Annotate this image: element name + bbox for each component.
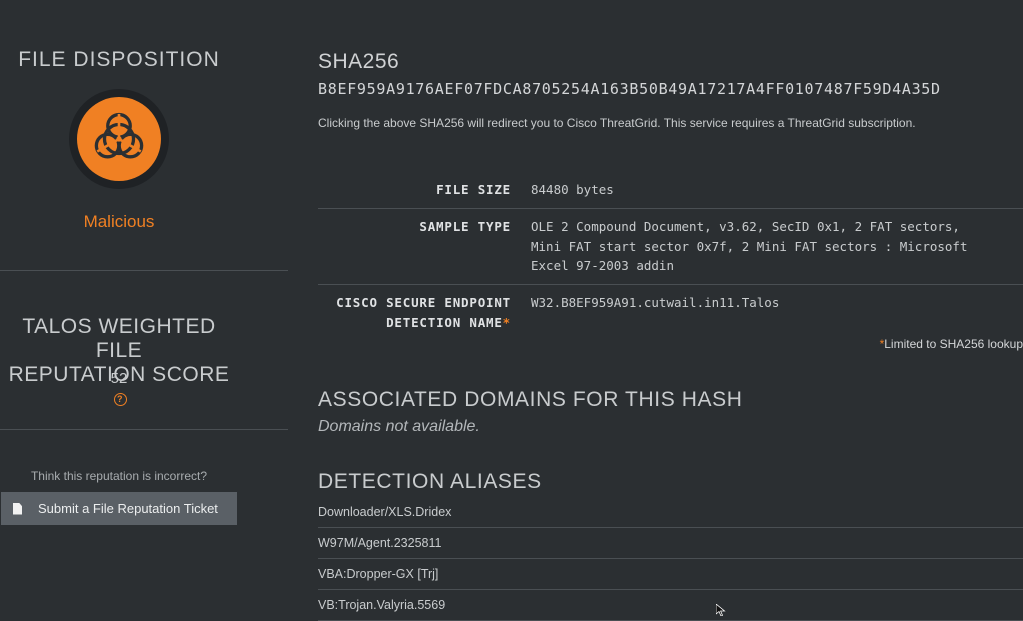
divider xyxy=(0,270,288,271)
reputation-score-title: TALOS WEIGHTED FILE REPUTATION SCORE ? xyxy=(0,315,238,411)
domains-note: Domains not available. xyxy=(318,418,480,435)
sha256-note: Clicking the above SHA256 will redirect … xyxy=(318,116,916,130)
sample-type-key: SAMPLE TYPE xyxy=(419,219,511,234)
mouse-cursor-icon xyxy=(716,604,726,616)
aliases-title: DETECTION ALIASES xyxy=(318,470,542,493)
incorrect-prompt: Think this reputation is incorrect? xyxy=(30,469,208,483)
file-disposition-title: FILE DISPOSITION xyxy=(18,48,220,71)
file-details-table: FILE SIZE 84480 bytes SAMPLE TYPE OLE 2 … xyxy=(318,172,1023,341)
limited-note-text: Limited to SHA256 lookup xyxy=(884,337,1023,351)
document-icon xyxy=(13,502,22,515)
table-row: CISCO SECURE ENDPOINT DETECTION NAME* W3… xyxy=(318,285,1023,341)
sample-type-value: OLE 2 Compound Document, v3.62, SecID 0x… xyxy=(531,219,968,273)
main-content: SHA256 B8EF959A9176AEF07FDCA8705254A163B… xyxy=(318,0,1023,621)
file-size-value: 84480 bytes xyxy=(531,182,614,197)
detection-name-value: W32.B8EF959A91.cutwail.in11.Talos xyxy=(531,294,780,310)
score-title-line1: TALOS WEIGHTED FILE xyxy=(22,315,216,362)
help-icon[interactable]: ? xyxy=(113,392,127,406)
reputation-score-value: 52 xyxy=(110,370,128,387)
detection-key-line1: CISCO SECURE ENDPOINT xyxy=(336,294,511,310)
file-size-key: FILE SIZE xyxy=(436,182,511,197)
detection-key-line2: DETECTION NAME xyxy=(386,314,503,330)
sha256-link[interactable]: B8EF959A9176AEF07FDCA8705254A163B50B49A1… xyxy=(318,80,941,98)
sha256-label: SHA256 xyxy=(318,50,400,73)
aliases-list: Downloader/XLS.Dridex W97M/Agent.2325811… xyxy=(318,497,1023,621)
list-item: VBA:Dropper-GX [Trj] xyxy=(318,559,1023,590)
limited-note: *Limited to SHA256 lookup xyxy=(880,337,1023,351)
domains-title: ASSOCIATED DOMAINS FOR THIS HASH xyxy=(318,388,743,411)
table-row: FILE SIZE 84480 bytes xyxy=(318,172,1023,209)
submit-ticket-label: Submit a File Reputation Ticket xyxy=(38,501,218,516)
divider xyxy=(0,429,288,430)
disposition-badge xyxy=(69,89,169,189)
biohazard-icon xyxy=(77,97,161,181)
submit-ticket-button[interactable]: Submit a File Reputation Ticket xyxy=(1,492,237,525)
list-item: VB:Trojan.Valyria.5569 xyxy=(318,590,1023,621)
sidebar: FILE DISPOSITION Malicious TALOS WEIGHTE… xyxy=(0,0,288,613)
table-row: SAMPLE TYPE OLE 2 Compound Document, v3.… xyxy=(318,209,1023,285)
list-item: Downloader/XLS.Dridex xyxy=(318,497,1023,528)
list-item: W97M/Agent.2325811 xyxy=(318,528,1023,559)
asterisk: * xyxy=(502,314,511,330)
detection-name-key: CISCO SECURE ENDPOINT DETECTION NAME* xyxy=(318,293,531,333)
disposition-value: Malicious xyxy=(83,212,155,231)
